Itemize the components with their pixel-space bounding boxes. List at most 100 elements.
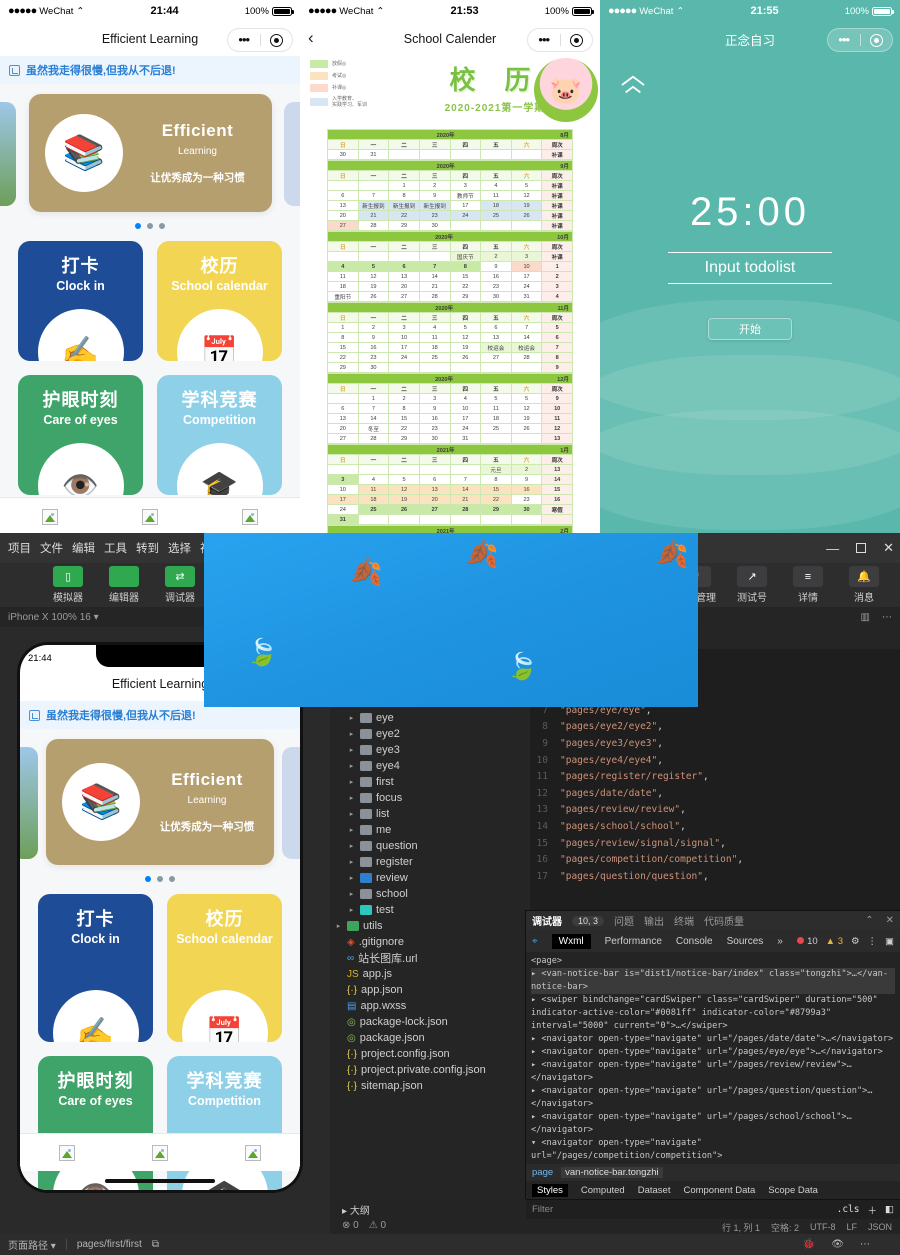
disclosure-arrow-icon[interactable]: ▸ xyxy=(347,746,356,754)
calendar-cell[interactable]: 4 xyxy=(327,261,359,272)
calendar-cell[interactable]: 11 xyxy=(418,332,451,343)
menu-item-3[interactable]: 工具 xyxy=(104,540,127,556)
calendar-cell[interactable]: 19 xyxy=(449,342,482,353)
calendar-cell[interactable]: 15 xyxy=(388,413,420,424)
eye-icon[interactable]: 👁 xyxy=(831,1239,844,1250)
calendar-cell[interactable]: 17 xyxy=(388,342,420,353)
disclosure-arrow-icon[interactable]: ▸ xyxy=(334,922,343,930)
tab-overflow-icon[interactable]: » xyxy=(777,936,783,947)
file-explorer[interactable]: ▸dist1▸images▾pages▸competition▸date▸eye… xyxy=(330,627,530,1235)
calendar-cell[interactable]: 7 xyxy=(357,403,390,414)
calendar-cell[interactable]: 10 xyxy=(449,403,482,414)
calendar-cell[interactable]: 1 xyxy=(357,393,390,404)
calendar-cell[interactable]: 2 xyxy=(480,251,512,262)
tree-item-.gitignore[interactable]: ◈ .gitignore xyxy=(330,934,530,950)
calendar-cell[interactable]: 补课 xyxy=(541,190,573,201)
calendar-cell[interactable]: 13 xyxy=(388,271,420,282)
tree-item-app.json[interactable]: {·} app.json xyxy=(330,982,530,998)
wechat-capsule[interactable]: ••• xyxy=(227,28,293,52)
sim-swiper-next[interactable] xyxy=(282,747,300,859)
tab-bar[interactable] xyxy=(0,497,300,535)
style-tab-strip[interactable]: Styles Computed Dataset Component Data S… xyxy=(526,1181,900,1199)
dom-node-line[interactable]: ▸ <navigator open-type="navigate" url="/… xyxy=(531,1046,895,1059)
calendar-cell[interactable]: 3 xyxy=(388,322,420,333)
calendar-cell[interactable]: 11 xyxy=(541,413,573,424)
swiper-prev-card[interactable] xyxy=(0,102,16,206)
kebab-menu-icon[interactable]: ⋮ xyxy=(868,936,878,947)
calendar-cell[interactable]: 31 xyxy=(327,514,359,525)
calendar-cell[interactable]: 1 xyxy=(388,180,420,191)
calendar-cell[interactable]: 补课 xyxy=(541,251,573,262)
calendar-cell[interactable]: 8 xyxy=(388,190,420,201)
calendar-cell[interactable] xyxy=(418,464,451,475)
calendar-cell[interactable]: 23 xyxy=(510,494,543,505)
calendar-cell[interactable]: 29 xyxy=(388,433,420,444)
calendar-cell[interactable]: 2 xyxy=(388,393,420,404)
calendar-cell[interactable]: 24 xyxy=(510,281,543,292)
calendar-cell[interactable]: 6 xyxy=(480,322,512,333)
sim-tab-bar[interactable] xyxy=(20,1133,300,1171)
calendar-cell[interactable]: 26 xyxy=(449,352,482,363)
banner-swiper[interactable]: 📚 Efficient Learning 让优秀成为一种习惯 xyxy=(0,94,300,214)
calendar-cell[interactable] xyxy=(327,393,359,404)
outline-panel[interactable]: ▸ 大纲 ⊗ 0 ⚠ 0 xyxy=(336,1199,526,1235)
tab-sources[interactable]: Sources xyxy=(727,936,764,947)
style-filter-row[interactable]: Filter .cls ＋ ◧ xyxy=(526,1199,900,1219)
calendar-cell[interactable]: 31 xyxy=(357,149,390,160)
device-selector[interactable]: iPhone X 100% 16 ▾ xyxy=(8,612,99,623)
calendar-cell[interactable] xyxy=(541,514,573,525)
calendar-cell[interactable]: 10 xyxy=(541,403,573,414)
calendar-cell[interactable]: 22 xyxy=(449,281,482,292)
calendar-cell[interactable]: 7 xyxy=(418,261,451,272)
calendar-cell[interactable] xyxy=(388,362,420,373)
calendar-cell[interactable] xyxy=(480,149,512,160)
calendar-cell[interactable]: 补课 xyxy=(541,180,573,191)
calendar-cell[interactable]: 9 xyxy=(541,393,573,404)
calendar-cell[interactable]: 25 xyxy=(418,352,451,363)
tab-code-quality[interactable]: 代码质量 xyxy=(704,913,744,928)
calendar-cell[interactable]: 5 xyxy=(480,393,512,404)
dom-breadcrumb[interactable]: page van-notice-bar.tongzhi xyxy=(526,1164,900,1181)
calendar-cell[interactable]: 27 xyxy=(480,352,512,363)
disclosure-arrow-icon[interactable]: ▸ xyxy=(347,762,356,770)
calendar-cell[interactable] xyxy=(357,251,390,262)
calendar-cell[interactable]: 19 xyxy=(510,413,543,424)
tree-item-school[interactable]: ▸ school xyxy=(330,886,530,902)
calendar-cell[interactable]: 30 xyxy=(327,149,359,160)
disclosure-arrow-icon[interactable]: ▸ xyxy=(347,826,356,834)
calendar-cell[interactable]: 21 xyxy=(418,281,451,292)
calendar-cell[interactable] xyxy=(357,180,390,191)
calendar-cell[interactable] xyxy=(327,464,359,475)
outline-header[interactable]: ▸ 大纲 xyxy=(342,1202,520,1217)
tree-item-package-lock.json[interactable]: ◎ package-lock.json xyxy=(330,1014,530,1030)
calendar-cell[interactable]: 18 xyxy=(480,200,512,211)
calendar-cell[interactable]: 2 xyxy=(541,271,573,282)
calendar-cell[interactable]: 12 xyxy=(388,484,420,495)
tree-item-register[interactable]: ▸ register xyxy=(330,854,530,870)
sim-tile-school-calendar[interactable]: 校历 School calendar 📅 xyxy=(167,894,282,1042)
maximize-icon[interactable] xyxy=(856,543,867,553)
minimize-icon[interactable]: — xyxy=(826,541,839,556)
menu-item-1[interactable]: 文件 xyxy=(40,540,63,556)
tab-item-2[interactable] xyxy=(113,1134,206,1171)
more-options-icon[interactable]: ⋯ xyxy=(882,612,892,623)
error-count[interactable]: 10 xyxy=(797,936,818,947)
tab-scope-data[interactable]: Scope Data xyxy=(768,1185,818,1196)
bug-icon[interactable]: 🐞 xyxy=(803,1239,815,1250)
tab-console[interactable]: Console xyxy=(676,936,713,947)
dom-node-line[interactable]: ▸ <navigator open-type="navigate" url="/… xyxy=(531,1059,895,1085)
tile-clock-in[interactable]: 打卡 Clock in ✍️ xyxy=(18,241,143,361)
calendar-cell[interactable] xyxy=(510,220,543,231)
calendar-cell[interactable] xyxy=(327,180,359,191)
calendar-cell[interactable]: 16 xyxy=(541,494,573,505)
calendar-cell[interactable]: 5 xyxy=(449,322,482,333)
tab-wxml[interactable]: Wxml xyxy=(551,933,591,949)
calendar-cell[interactable]: 13 xyxy=(327,413,359,424)
calendar-cell[interactable]: 30 xyxy=(418,433,451,444)
close-target-icon[interactable] xyxy=(861,33,893,47)
calendar-cell[interactable]: 21 xyxy=(449,494,482,505)
calendar-cell[interactable]: 18 xyxy=(357,494,390,505)
calendar-cell[interactable]: 9 xyxy=(541,362,573,373)
calendar-cell[interactable]: 11 xyxy=(480,403,512,414)
toolbar-right-测试号[interactable]: ↗ 测试号 xyxy=(724,566,780,604)
